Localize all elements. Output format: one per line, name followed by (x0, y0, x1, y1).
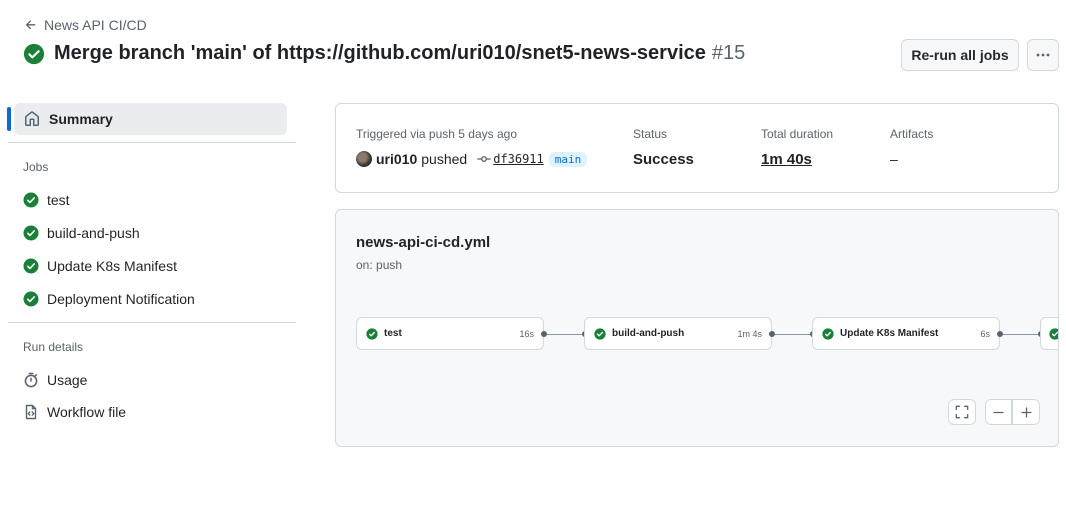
check-circle-fill-icon (23, 225, 39, 241)
sidebar-item-job-deployment-notification[interactable]: Deployment Notification (23, 289, 195, 309)
graph-job-name: test (384, 328, 402, 339)
avatar[interactable] (356, 151, 372, 167)
run-details-heading: Run details (23, 340, 84, 354)
page-title: Merge branch 'main' of https://github.co… (54, 42, 745, 65)
plus-icon (1020, 406, 1032, 418)
git-commit-icon (477, 156, 491, 162)
graph-job-name: Update K8s Manifest (840, 328, 939, 339)
artifacts-label: Artifacts (890, 127, 934, 141)
duration-label: Total duration (761, 127, 834, 141)
back-to-workflow-link[interactable]: News API CI/CD (24, 17, 147, 33)
sidebar-item-job-update-k8s-manifest[interactable]: Update K8s Manifest (23, 256, 177, 276)
graph-job-duration: 16s (519, 328, 534, 339)
workflow-file-name: news-api-ci-cd.yml (356, 234, 491, 251)
status-label: Status (633, 127, 668, 141)
run-number: #15 (711, 42, 746, 64)
sidebar-item-job-build-and-push[interactable]: build-and-push (23, 223, 140, 243)
active-indicator (7, 107, 11, 131)
actor-link[interactable]: uri010 (376, 151, 417, 167)
check-circle-fill-icon (366, 327, 378, 340)
zoom-in-button[interactable] (1012, 399, 1040, 425)
check-circle-fill-icon (23, 192, 39, 208)
graph-job-duration: 6s (980, 328, 990, 339)
commit-sha-link[interactable]: df36911 (493, 152, 544, 166)
graph-job-test[interactable]: test 16s (356, 317, 544, 350)
file-code-icon (25, 404, 37, 420)
back-link-label: News API CI/CD (44, 17, 147, 33)
usage-label: Usage (47, 372, 88, 388)
job-label: Deployment Notification (47, 291, 195, 307)
run-summary-card: Triggered via push 5 days ago uri010 pus… (335, 103, 1059, 193)
kebab-horizontal-icon (1036, 53, 1050, 57)
check-circle-fill-icon (594, 327, 606, 340)
sidebar-item-summary[interactable]: Summary (14, 103, 287, 135)
more-actions-button[interactable] (1027, 39, 1059, 71)
graph-job-update-k8s-manifest[interactable]: Update K8s Manifest 6s (812, 317, 1000, 350)
duration-value[interactable]: 1m 40s (761, 151, 812, 168)
job-label: Update K8s Manifest (47, 258, 177, 274)
graph-job-duration: 1m 4s (737, 328, 762, 339)
rerun-all-jobs-button[interactable]: Re-run all jobs (901, 39, 1019, 71)
sidebar-divider (8, 142, 296, 143)
status-value: Success (633, 151, 694, 168)
zoom-out-button[interactable] (985, 399, 1012, 425)
action-text: pushed (421, 151, 468, 167)
sidebar-item-workflow-file[interactable]: Workflow file (23, 402, 126, 422)
graph-connector (547, 334, 582, 335)
workflow-trigger: on: push (356, 258, 403, 272)
fullscreen-button[interactable] (948, 399, 976, 425)
graph-connector (1003, 334, 1038, 335)
trigger-detail: uri010 pushed df36911 main (356, 151, 588, 167)
graph-job-name: build-and-push (612, 328, 685, 339)
graph-job-deployment-notification[interactable] (1040, 317, 1058, 350)
sidebar-item-summary-label: Summary (49, 111, 113, 127)
job-label: test (47, 192, 70, 208)
minus-icon (993, 411, 1004, 413)
run-title: Merge branch 'main' of https://github.co… (54, 42, 706, 64)
graph-connector (775, 334, 810, 335)
sidebar-item-usage[interactable]: Usage (23, 370, 87, 390)
job-label: build-and-push (47, 225, 140, 241)
screen-full-icon (955, 405, 969, 419)
artifacts-value: – (890, 151, 898, 167)
sidebar-divider (8, 322, 296, 323)
branch-label[interactable]: main (548, 151, 588, 167)
sidebar-item-job-test[interactable]: test (23, 190, 70, 210)
check-circle-fill-icon (822, 327, 834, 340)
workflow-file-label: Workflow file (47, 404, 127, 420)
page-title-row: Merge branch 'main' of https://github.co… (23, 42, 745, 65)
arrow-left-icon (25, 20, 36, 30)
stopwatch-icon (24, 372, 38, 388)
jobs-heading: Jobs (23, 160, 49, 174)
home-icon (25, 111, 39, 126)
trigger-label: Triggered via push 5 days ago (356, 127, 517, 141)
check-circle-fill-icon (23, 291, 39, 307)
workflow-graph-card: news-api-ci-cd.yml on: push test 16s bui… (335, 209, 1059, 447)
check-circle-fill-icon (1049, 327, 1058, 340)
graph-job-build-and-push[interactable]: build-and-push 1m 4s (584, 317, 772, 350)
check-circle-fill-icon (23, 43, 45, 64)
check-circle-fill-icon (23, 258, 39, 274)
